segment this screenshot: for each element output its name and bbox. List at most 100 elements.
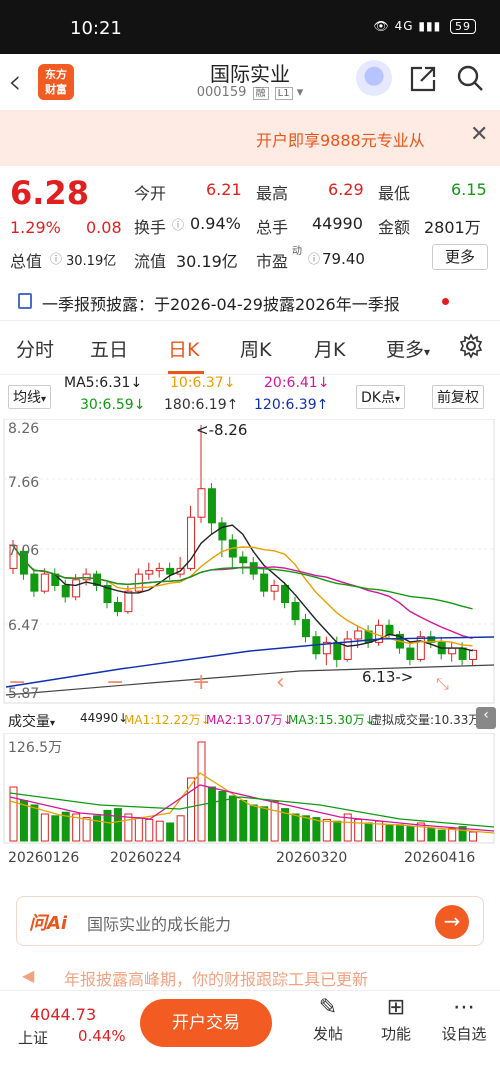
assistant-robot-icon[interactable]	[356, 60, 392, 96]
tab-more[interactable]: 更多▾	[386, 335, 430, 362]
high-label: 最高	[256, 184, 289, 203]
more-quote-button[interactable]: 更多	[432, 244, 488, 270]
zoom-out-left-icon[interactable]: −	[8, 670, 26, 695]
bottom-bar: 4044.73 上证 0.44% 开户交易 ✎ 发帖 ⊞ 功能 ⋯ 设自选	[0, 990, 500, 1069]
candle-body	[406, 647, 415, 660]
volume-bar	[166, 822, 175, 842]
battery-icon: 59	[450, 19, 476, 34]
volume-bar	[427, 827, 436, 842]
indicator-select-label: 均线	[13, 390, 41, 406]
ma10-value: 10:6.37↓	[170, 375, 236, 391]
unread-dot	[442, 298, 449, 305]
volume-ma2: MA2:13.07万↓	[206, 713, 293, 727]
zoom-in-icon[interactable]: +	[192, 670, 210, 695]
dk-point-select[interactable]: DK点▾	[356, 385, 405, 409]
settings-gear-icon[interactable]	[458, 333, 484, 359]
mktcap-value: 30.19亿	[66, 254, 117, 269]
open-account-trade-button[interactable]: 开户交易	[140, 999, 272, 1047]
caret-down-icon: ▾	[394, 394, 400, 405]
dk-point-label: DK点	[361, 390, 395, 406]
low-label: 最低	[378, 184, 411, 203]
indicator-select[interactable]: 均线▾	[8, 385, 52, 409]
add-watchlist-button[interactable]: ⋯ 设自选	[434, 995, 494, 1044]
candle-body	[270, 584, 279, 592]
caret-down-icon: ▾	[41, 394, 47, 405]
watchlist-label: 设自选	[441, 1025, 487, 1043]
volume-select[interactable]: 成交量▾	[8, 711, 55, 731]
post-button[interactable]: ✎ 发帖	[298, 995, 358, 1044]
volume-bar	[30, 804, 39, 842]
volume-ma1: MA1:12.22万↓	[124, 713, 211, 727]
close-icon[interactable]: ✕	[470, 122, 488, 147]
tab-daily-k[interactable]: 日K	[168, 335, 199, 362]
scroll-left-icon[interactable]: ‹	[276, 670, 285, 695]
float-label: 流值	[134, 252, 167, 271]
candle-body	[218, 522, 227, 541]
ma20-value: 20:6.41↓	[264, 375, 330, 391]
float-value: 30.19亿	[176, 252, 238, 271]
stock-code: 000159	[196, 85, 247, 100]
ai-question-box[interactable]: 问Ai 国际实业的成长能力 →	[16, 896, 484, 946]
candle-body	[40, 573, 49, 592]
status-bar: 10:21 👁 4G ▮▮▮ 59	[0, 0, 500, 54]
volume-bar	[93, 815, 102, 842]
y-axis-label: 7.66	[8, 475, 40, 491]
tab-weekly-k[interactable]: 周K	[240, 335, 271, 362]
back-arrow-icon[interactable]: ‹	[8, 62, 22, 102]
function-button[interactable]: ⊞ 功能	[366, 995, 426, 1044]
header: ‹ 东方 财富 国际实业 000159 融 L1 ▾	[0, 54, 500, 110]
candle-body	[448, 647, 457, 655]
change-percent: 1.29%	[10, 218, 61, 237]
kline-chart[interactable]	[0, 419, 500, 705]
volume-bar	[228, 795, 237, 842]
announcement-bar[interactable]: 一季报预披露：于2026-04-29披露2026年一季报	[0, 281, 500, 321]
volume-bar	[322, 818, 331, 842]
adjust-select[interactable]: 前复权	[432, 385, 484, 409]
caret-down-icon: ▾	[424, 345, 431, 359]
volume-bar	[113, 808, 122, 842]
volume-bar	[51, 815, 60, 842]
virtual-volume: 虚拟成交量:10.33万	[370, 713, 481, 727]
expand-icon[interactable]: ⤡	[436, 674, 449, 694]
index-change: 0.44%	[78, 1027, 126, 1045]
candle-body	[207, 488, 216, 524]
volume-bar	[155, 820, 164, 842]
candle-body	[72, 579, 81, 598]
info-icon[interactable]: ⓘ	[172, 216, 184, 233]
index-value[interactable]: 4044.73	[30, 1005, 96, 1024]
signal-label: 4G	[394, 19, 414, 33]
candle-body	[61, 584, 70, 598]
collapse-arrow-icon[interactable]: ‹	[476, 707, 496, 729]
turnover-value: 0.94%	[190, 214, 241, 233]
arrow-right-icon[interactable]: →	[435, 905, 469, 939]
promo-banner[interactable]: 开户即享9888元专业从 ✕	[0, 110, 500, 166]
tab-monthly-k[interactable]: 月K	[314, 335, 345, 362]
high-value: 6.29	[328, 180, 364, 199]
volume-value: 44990	[312, 214, 363, 233]
volume-bar	[40, 813, 49, 842]
stock-code-row[interactable]: 000159 融 L1 ▾	[150, 84, 350, 100]
info-icon[interactable]: ⓘ	[50, 250, 62, 267]
function-label: 功能	[380, 1025, 411, 1043]
tab-five-day[interactable]: 五日	[90, 335, 128, 362]
stock-title: 国际实业	[210, 62, 290, 86]
share-icon[interactable]	[408, 64, 438, 94]
zoom-out-icon[interactable]: −	[106, 670, 124, 695]
turnover-label: 换手	[134, 218, 167, 237]
pe-label: 市盈	[256, 252, 289, 271]
news-peek-text: 年报披露高峰期，你的财报跟踪工具已更新	[64, 970, 369, 989]
caret-down-icon: ▾	[50, 718, 56, 729]
info-icon[interactable]: ⓘ	[308, 250, 320, 267]
news-peek[interactable]: ◀ 年报披露高峰期，你的财报跟踪工具已更新	[0, 966, 500, 990]
candle-body	[197, 488, 206, 518]
grid-icon: ⊞	[386, 995, 406, 1020]
candle-body	[469, 649, 478, 660]
date-axis: 20260126 20260224 20260320 20260416	[0, 850, 500, 870]
volume-bar	[218, 791, 227, 842]
volume-bar	[385, 824, 394, 842]
margin-tag: 融	[252, 87, 269, 100]
pe-value: 79.40	[322, 250, 365, 268]
volume-bar	[9, 786, 18, 842]
search-icon[interactable]	[456, 64, 484, 92]
tab-intraday[interactable]: 分时	[16, 335, 54, 362]
